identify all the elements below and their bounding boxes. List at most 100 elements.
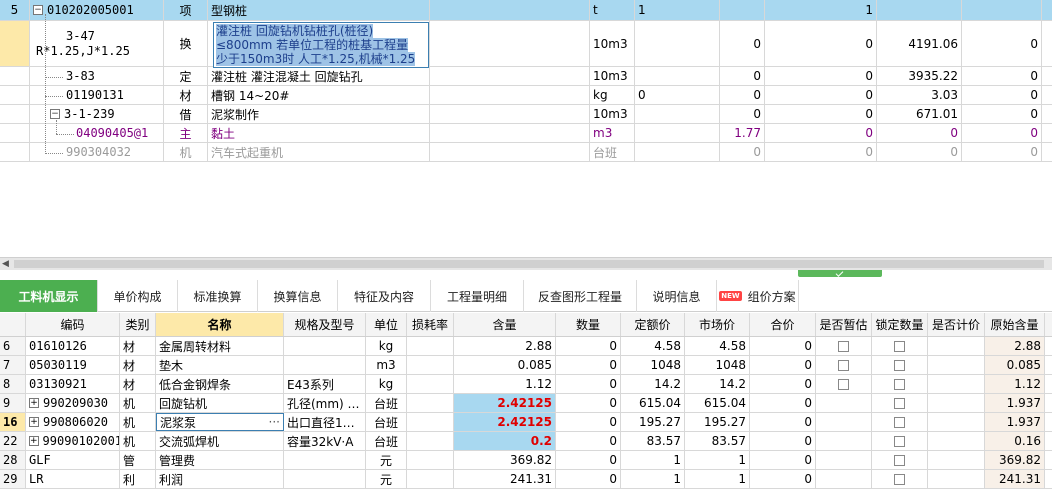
estimate-checkbox[interactable] <box>816 337 872 355</box>
checkbox-icon[interactable] <box>894 416 905 428</box>
table-row[interactable]: 04090405@1 主 黏土 m3 1.77 0 0 0 <box>0 124 1052 143</box>
collapse-icon[interactable]: − <box>50 109 60 119</box>
item-name[interactable]: 型钢桩 <box>208 0 430 20</box>
lock-checkbox[interactable] <box>872 394 928 412</box>
item-name[interactable]: 黏土 <box>208 124 430 142</box>
priced-cell[interactable] <box>928 432 985 450</box>
table-row[interactable]: 6 01610126 材金属周转材料 kg 2.88 0 4.58 4.58 0 2.88 <box>0 337 1052 356</box>
collapse-icon[interactable]: − <box>33 5 43 15</box>
panel-splitter-handle[interactable] <box>798 270 882 277</box>
item-code[interactable]: 990304032 <box>30 143 164 161</box>
item-name[interactable]: 泥浆制作 <box>208 105 430 123</box>
resource-market-price[interactable]: 4.58 <box>685 337 750 355</box>
more-icon[interactable]: ··· <box>269 415 280 429</box>
resource-market-price[interactable]: 1 <box>685 470 750 488</box>
resource-name[interactable]: 回旋钻机 <box>156 394 284 412</box>
estimate-checkbox[interactable] <box>816 394 872 412</box>
priced-cell[interactable] <box>928 451 985 469</box>
resource-code[interactable]: 05030119 <box>26 356 120 374</box>
lock-checkbox[interactable] <box>872 470 928 488</box>
resource-content[interactable]: 241.31 <box>454 470 556 488</box>
item-code[interactable]: − 3-1-239 <box>30 105 164 123</box>
priced-cell[interactable] <box>928 413 985 431</box>
item-code[interactable]: 3-47 R*1.25,J*1.25 <box>30 21 164 66</box>
resource-content[interactable]: 0.2 <box>454 432 556 450</box>
checkbox-icon[interactable] <box>894 473 905 485</box>
expand-icon[interactable]: + <box>29 436 39 446</box>
checkbox-icon[interactable] <box>894 340 905 352</box>
estimate-checkbox[interactable] <box>816 413 872 431</box>
resource-content[interactable]: 1.12 <box>454 375 556 393</box>
lock-checkbox[interactable] <box>872 337 928 355</box>
lock-checkbox[interactable] <box>872 413 928 431</box>
header-unit[interactable]: 单位 <box>366 313 407 336</box>
name-edit-box[interactable]: 灌注桩 回旋钻机钻桩孔(桩径) ≤800mm 若单位工程的桩基工程量 少于150… <box>213 22 429 68</box>
checkbox-icon[interactable] <box>894 435 905 447</box>
resource-market-price[interactable]: 615.04 <box>685 394 750 412</box>
tab-graphic-quantity[interactable]: 反查图形工程量 <box>524 280 637 312</box>
header-code[interactable]: 编码 <box>26 313 120 336</box>
header-type[interactable]: 类别 <box>120 313 156 336</box>
resource-content[interactable]: 2.42125 <box>454 413 556 431</box>
resource-code[interactable]: 01610126 <box>26 337 120 355</box>
estimate-checkbox[interactable] <box>816 356 872 374</box>
tab-description[interactable]: 说明信息 <box>637 280 717 312</box>
table-row[interactable]: 16 +990806020 机泥浆泵 ··· 出口直径1… 台班 2.42125 0 195.2… <box>0 413 1052 432</box>
priced-cell[interactable] <box>928 394 985 412</box>
item-name[interactable]: 槽钢 14~20# <box>208 86 430 104</box>
resource-content[interactable]: 2.88 <box>454 337 556 355</box>
tab-pricing-scheme[interactable]: NEW 组价方案 <box>717 280 799 312</box>
resource-market-price[interactable]: 1048 <box>685 356 750 374</box>
item-code[interactable]: 3-83 <box>30 67 164 85</box>
header-quota-price[interactable]: 定额价 <box>621 313 685 336</box>
header-content[interactable]: 含量 <box>454 313 556 336</box>
resource-code[interactable]: +99090102001 <box>26 432 120 450</box>
header-loss[interactable]: 损耗率 <box>407 313 454 336</box>
tab-conversion-info[interactable]: 换算信息 <box>258 280 338 312</box>
lock-checkbox[interactable] <box>872 356 928 374</box>
header-lock[interactable]: 锁定数量 <box>872 313 928 336</box>
expand-icon[interactable]: + <box>29 417 39 427</box>
table-row[interactable]: 22 +99090102001 机交流弧焊机 容量32kV·A 台班 0.2 0 83.57 8… <box>0 432 1052 451</box>
checkbox-icon[interactable] <box>894 378 905 390</box>
item-code[interactable]: − 010202005001 <box>30 0 164 20</box>
table-row[interactable]: 28 GLF 管管理费元 369.82 0 1 1 0 369.82 <box>0 451 1052 470</box>
resource-code[interactable]: GLF <box>26 451 120 469</box>
tab-materials[interactable]: 工料机显示 <box>0 280 98 312</box>
checkbox-icon[interactable] <box>894 359 905 371</box>
checkbox-icon[interactable] <box>894 454 905 466</box>
checkbox-icon[interactable] <box>894 397 905 409</box>
resource-name[interactable]: 垫木 <box>156 356 284 374</box>
estimate-checkbox[interactable] <box>816 375 872 393</box>
header-estimate[interactable]: 是否暂估 <box>816 313 872 336</box>
table-row[interactable]: 990304032 机 汽车式起重机 台班 0 0 0 0 <box>0 143 1052 162</box>
table-row[interactable]: 7 05030119 材垫木 m3 0.085 0 1048 1048 0 0.085 <box>0 356 1052 375</box>
table-row[interactable]: 3-47 R*1.25,J*1.25 换 灌注桩 回旋钻机钻桩孔(桩径) ≤80… <box>0 21 1052 68</box>
lock-checkbox[interactable] <box>872 451 928 469</box>
header-total[interactable]: 合价 <box>750 313 816 336</box>
header-name[interactable]: 名称 <box>156 313 284 336</box>
item-code[interactable]: 01190131 <box>30 86 164 104</box>
priced-cell[interactable] <box>928 356 985 374</box>
resource-market-price[interactable]: 83.57 <box>685 432 750 450</box>
estimate-checkbox[interactable] <box>816 470 872 488</box>
tab-standard-conversion[interactable]: 标准换算 <box>178 280 258 312</box>
resource-content[interactable]: 369.82 <box>454 451 556 469</box>
priced-cell[interactable] <box>928 375 985 393</box>
resource-code[interactable]: LR <box>26 470 120 488</box>
table-row[interactable]: 29 LR 利利润元 241.31 0 1 1 0 241.31 <box>0 470 1052 489</box>
expand-icon[interactable]: + <box>29 398 39 408</box>
lock-checkbox[interactable] <box>872 432 928 450</box>
item-name[interactable]: 汽车式起重机 <box>208 143 430 161</box>
resource-content[interactable]: 2.42125 <box>454 394 556 412</box>
resource-code[interactable]: +990209030 <box>26 394 120 412</box>
horizontal-scrollbar[interactable]: ◀ <box>0 257 1052 270</box>
resource-name[interactable]: 交流弧焊机 <box>156 432 284 450</box>
tab-quantity-detail[interactable]: 工程量明细 <box>431 280 524 312</box>
table-row[interactable]: 5 − 010202005001 项 型钢桩 t 1 1 <box>0 0 1052 21</box>
checkbox-icon[interactable] <box>838 359 849 371</box>
table-row[interactable]: 8 03130921 材低合金钢焊条 E43系列 kg 1.12 0 14.2 14.2 0 1.1… <box>0 375 1052 394</box>
table-row[interactable]: 3-83 定 灌注桩 灌注混凝土 回旋钻孔 10m3 0 0 3935.22 0 <box>0 67 1052 86</box>
header-spec[interactable]: 规格及型号 <box>284 313 366 336</box>
tab-unit-price[interactable]: 单价构成 <box>98 280 178 312</box>
